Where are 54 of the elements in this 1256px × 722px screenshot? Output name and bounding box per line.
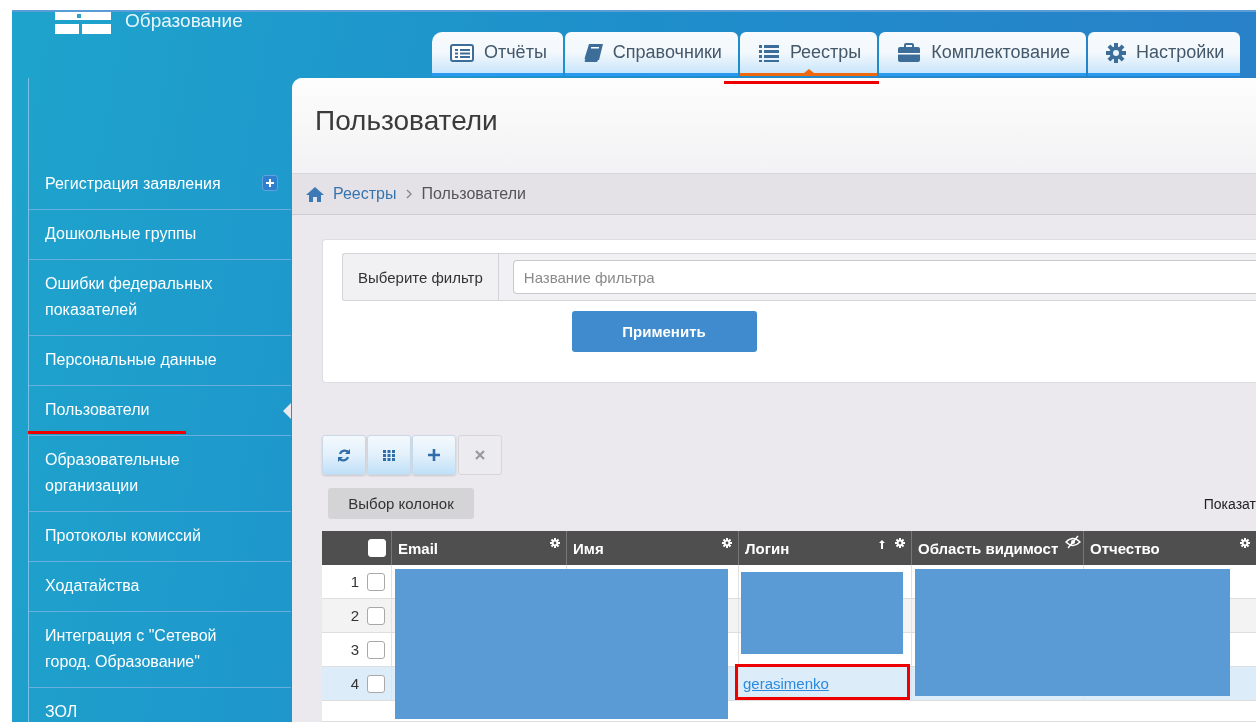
settings-icon: [1105, 42, 1126, 63]
plus-icon: [265, 178, 275, 188]
column-header[interactable]: Email: [398, 539, 439, 557]
briefcase-icon: [897, 42, 922, 63]
refresh-icon: [337, 448, 351, 462]
row-checkbox[interactable]: [367, 606, 385, 625]
sidebar-item[interactable]: Регистрация заявления: [29, 160, 291, 210]
sidebar-item[interactable]: Интеграция с "Сетевой город. Образование": [29, 612, 291, 688]
nav-tab[interactable]: Справочники: [564, 32, 738, 76]
sidebar-item[interactable]: Образовательные организации: [29, 436, 291, 512]
sidebar-item[interactable]: ЗОЛ: [29, 688, 291, 722]
add-button[interactable]: [262, 175, 278, 191]
plus-icon: [427, 448, 441, 462]
plus-button[interactable]: [412, 435, 456, 475]
sidebar-item[interactable]: Протоколы комиссий: [29, 512, 291, 562]
grid-icon: [382, 448, 396, 462]
column-header[interactable]: Имя: [573, 539, 604, 557]
filter-label: Выберите фильтр: [343, 254, 499, 300]
filter-name-field[interactable]: Название фильтра: [512, 260, 1256, 294]
refresh-button[interactable]: [322, 435, 366, 475]
logo-text: Образование: [125, 12, 243, 32]
show-label: Показат: [1203, 495, 1256, 512]
column-header[interactable]: Область видимост: [918, 539, 1059, 557]
row-number: 3: [350, 641, 359, 658]
nav-tab[interactable]: Отчёты: [432, 32, 563, 76]
home-icon: [306, 186, 324, 203]
book-icon: [582, 42, 603, 63]
row-checkbox[interactable]: [367, 640, 385, 659]
apply-button[interactable]: Применить: [571, 311, 757, 352]
list-icon: [450, 42, 474, 63]
breadcrumb-current: Пользователи: [421, 185, 526, 204]
nav-tab[interactable]: Настройки: [1087, 32, 1241, 76]
page-title: Пользователи: [315, 104, 498, 137]
close-icon: [473, 448, 487, 462]
row-checkbox[interactable]: [367, 674, 385, 693]
list-icon: [757, 42, 780, 63]
chevron-icon: [405, 188, 413, 201]
column-chooser-button[interactable]: Выбор колонок: [328, 488, 474, 519]
row-number: 4: [350, 675, 359, 692]
sidebar-item[interactable]: Ошибки федеральных показателей: [29, 260, 291, 336]
row-number: 2: [350, 607, 359, 624]
login-link[interactable]: gerasimenko: [743, 675, 829, 692]
sidebar-item[interactable]: Ходатайства: [29, 562, 291, 612]
nav-tab[interactable]: Комплектование: [879, 32, 1086, 76]
row-number: 1: [350, 573, 359, 590]
logo-icon: [55, 12, 111, 36]
row-checkbox[interactable]: [367, 572, 385, 591]
sidebar-item[interactable]: Персональные данные: [29, 336, 291, 386]
breadcrumb-link[interactable]: Реестры: [333, 185, 397, 204]
sidebar-item[interactable]: Дошкольные группы: [29, 210, 291, 260]
column-header[interactable]: Логин: [745, 539, 790, 557]
column-header[interactable]: Отчество: [1090, 539, 1160, 557]
grid-button[interactable]: [367, 435, 411, 475]
select-all-checkbox[interactable]: [368, 539, 386, 557]
